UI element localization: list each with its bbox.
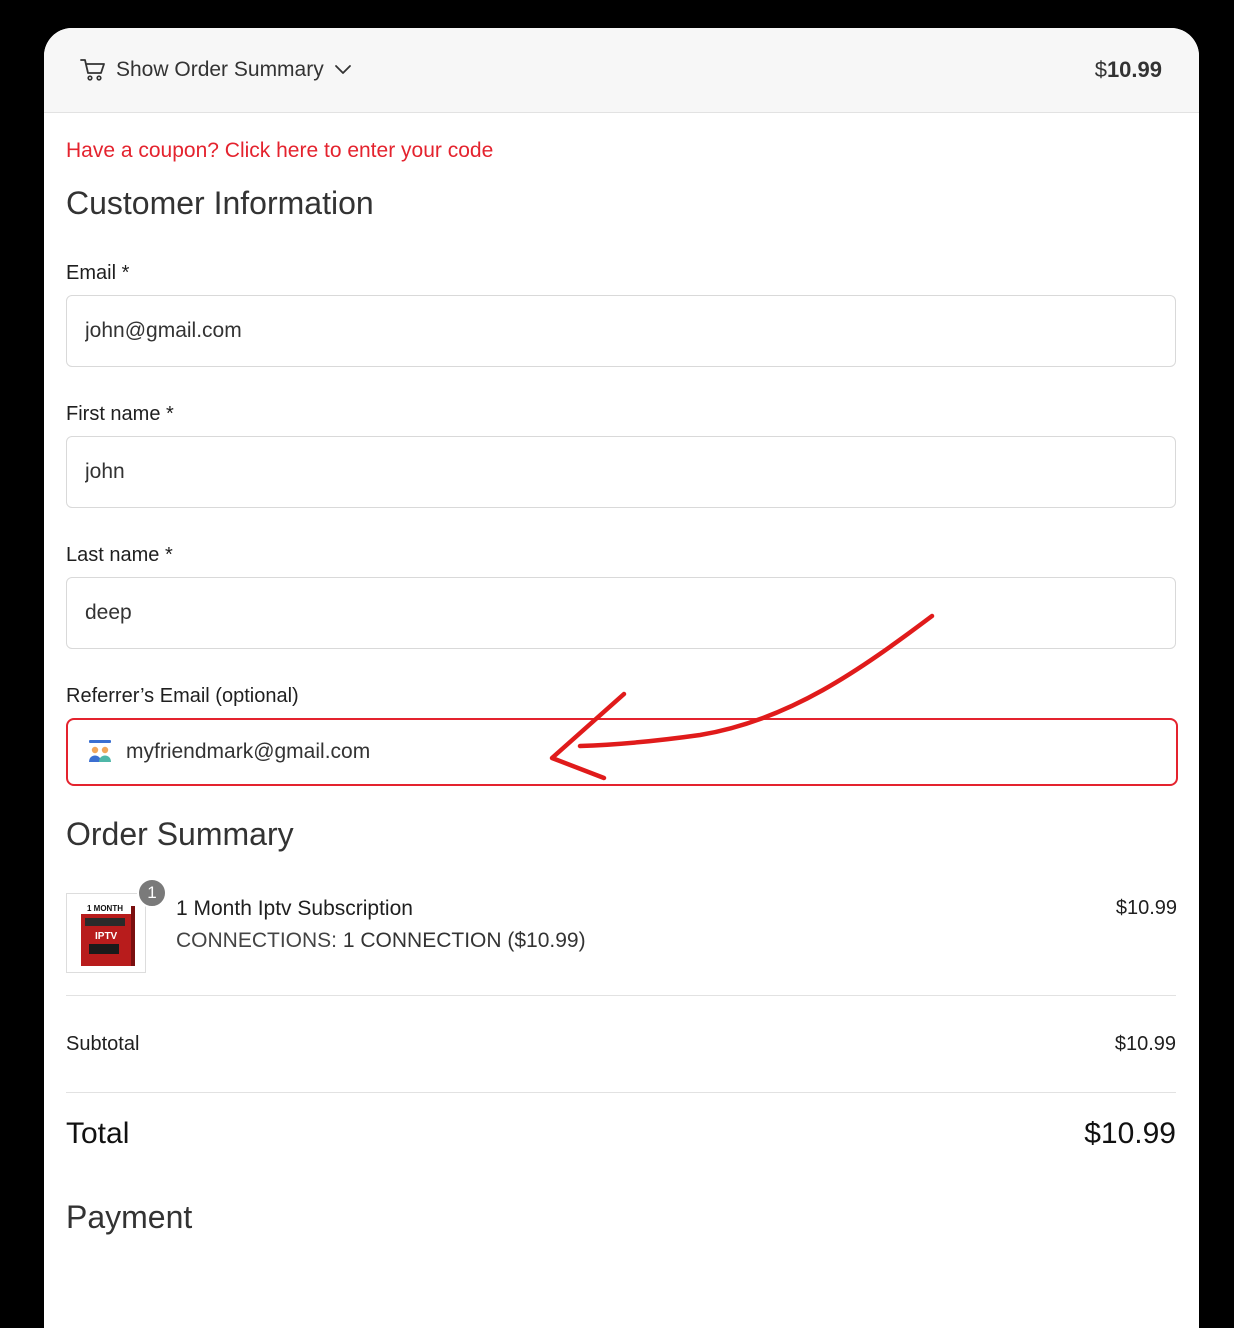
currency-symbol: $ (1094, 57, 1107, 82)
user-group-icon (89, 740, 111, 762)
thumb-text-mid: IPTV (95, 931, 118, 942)
item-price: $10.99 (1115, 897, 1177, 919)
last-name-field[interactable] (66, 577, 1176, 649)
order-summary-bar[interactable]: Show Order Summary $10.99 (44, 28, 1199, 113)
checkout-card: Show Order Summary $10.99 Have a coupon?… (44, 28, 1199, 1328)
email-field[interactable] (66, 295, 1176, 367)
coupon-link[interactable]: Have a coupon? Click here to enter your … (66, 139, 493, 163)
first-name-label: First name * (66, 403, 174, 425)
first-name-field[interactable] (66, 436, 1176, 508)
last-name-label: Last name * (66, 544, 173, 566)
item-name: 1 Month Iptv Subscription (176, 897, 413, 920)
subtotal-label: Subtotal (66, 1032, 140, 1055)
customer-information-title: Customer Information (66, 185, 374, 221)
order-item: 1 MONTH IPTV 1 1 Month Iptv Subscription… (66, 878, 1177, 973)
total-row: Total $10.99 (66, 1093, 1176, 1175)
subtotal-value: $10.99 (1114, 1032, 1176, 1055)
quantity-badge: 1 (137, 878, 167, 908)
referrer-group: Referrer’s Email (optional) (66, 685, 1178, 786)
item-variant: CONNECTIONS: 1 CONNECTION ($10.99) (176, 929, 1116, 953)
order-summary-title: Order Summary (66, 816, 294, 852)
thumb-text-top: 1 MONTH (87, 904, 123, 913)
first-name-group: First name * (66, 403, 1177, 508)
referrer-email-label: Referrer’s Email (optional) (66, 685, 299, 707)
total-label: Total (66, 1117, 130, 1150)
email-label: Email * (66, 262, 130, 284)
summary-amount: 10.99 (1106, 57, 1162, 82)
show-order-summary-label: Show Order Summary (116, 58, 324, 81)
subtotal-row: Subtotal $10.99 (66, 996, 1176, 1092)
email-group: Email * (66, 262, 1177, 367)
item-info: 1 Month Iptv Subscription CONNECTIONS: 1… (176, 897, 1116, 953)
product-thumbnail: 1 MONTH IPTV 1 (66, 878, 167, 973)
last-name-group: Last name * (66, 544, 1177, 649)
variant-value: 1 CONNECTION ($10.99) (342, 929, 586, 952)
show-order-summary-toggle[interactable]: Show Order Summary (80, 58, 352, 82)
product-box-image: 1 MONTH IPTV (81, 902, 135, 966)
total-value: $10.99 (1084, 1117, 1176, 1150)
variant-label: CONNECTIONS: (176, 929, 338, 952)
chevron-down-icon (334, 65, 351, 74)
order-summary-total: $10.99 (1095, 57, 1162, 83)
payment-title: Payment (66, 1199, 193, 1235)
referrer-email-wrapper[interactable] (66, 718, 1178, 786)
cart-icon (80, 59, 105, 81)
referrer-email-field[interactable] (126, 740, 1158, 764)
